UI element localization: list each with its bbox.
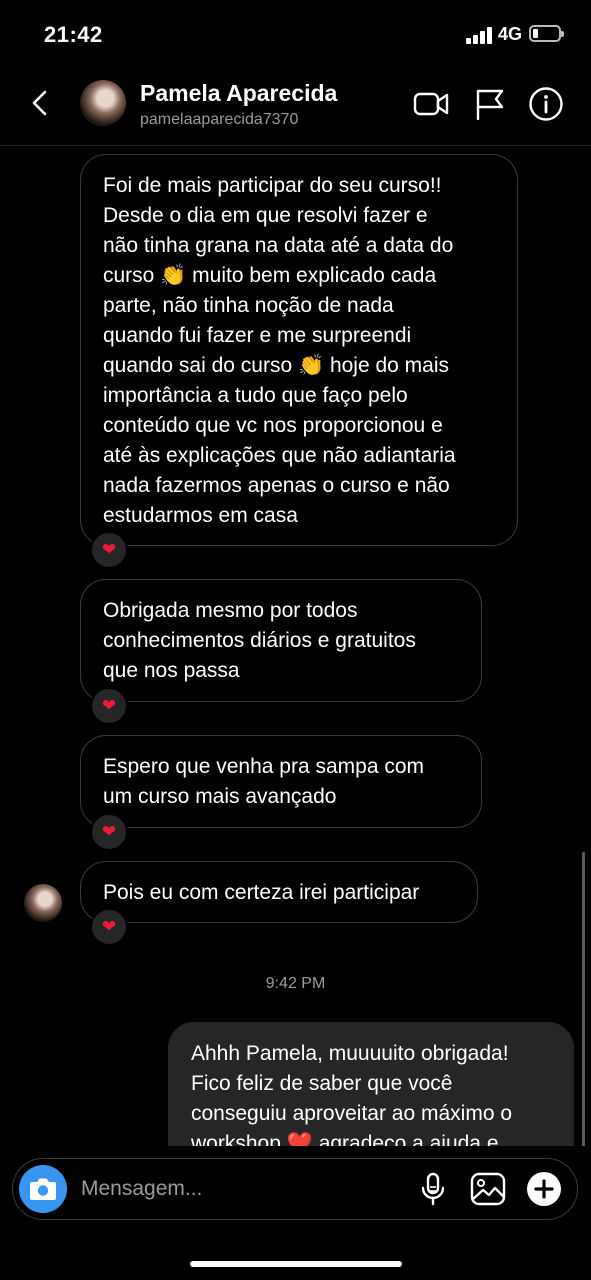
message-bubble[interactable]: Obrigada mesmo por todos conhecimentos d…	[80, 579, 482, 702]
flag-icon[interactable]	[472, 86, 508, 122]
avatar[interactable]	[80, 80, 126, 126]
microphone-icon[interactable]	[415, 1171, 451, 1207]
gallery-icon[interactable]	[470, 1171, 506, 1207]
message-bubble[interactable]: Foi de mais participar do seu curso!! De…	[80, 154, 518, 546]
add-icon[interactable]	[526, 1171, 562, 1207]
status-bar: 21:42 4G	[0, 0, 591, 70]
scrollbar[interactable]	[582, 852, 585, 1152]
info-icon[interactable]	[528, 86, 564, 122]
message-timestamp: 9:42 PM	[265, 975, 326, 992]
home-indicator[interactable]	[190, 1261, 402, 1267]
heart-reaction[interactable]: ❤	[90, 908, 128, 946]
status-time: 21:42	[44, 22, 103, 47]
heart-reaction[interactable]: ❤	[90, 813, 128, 851]
message-bubble[interactable]: Pois eu com certeza irei participar	[80, 861, 478, 923]
back-icon[interactable]	[26, 88, 56, 118]
heart-reaction[interactable]: ❤	[90, 687, 128, 725]
camera-button[interactable]	[19, 1165, 67, 1213]
chat-header: Pamela Aparecida pamelaaparecida7370	[0, 70, 591, 146]
message-bubble[interactable]: Espero que venha pra sampa com um curso …	[80, 735, 482, 828]
battery-icon	[529, 25, 564, 42]
message-input[interactable]: Mensagem...	[81, 1177, 202, 1201]
heart-reaction[interactable]: ❤	[90, 531, 128, 569]
signal-icon	[466, 27, 494, 44]
avatar[interactable]	[24, 884, 62, 922]
camera-icon	[30, 1178, 56, 1200]
contact-username[interactable]: pamelaaparecida7370	[140, 111, 298, 129]
message-composer[interactable]: Mensagem...	[12, 1158, 578, 1220]
network-type: 4G	[498, 24, 523, 44]
contact-name[interactable]: Pamela Aparecida	[140, 80, 337, 107]
video-call-icon[interactable]	[413, 86, 449, 122]
